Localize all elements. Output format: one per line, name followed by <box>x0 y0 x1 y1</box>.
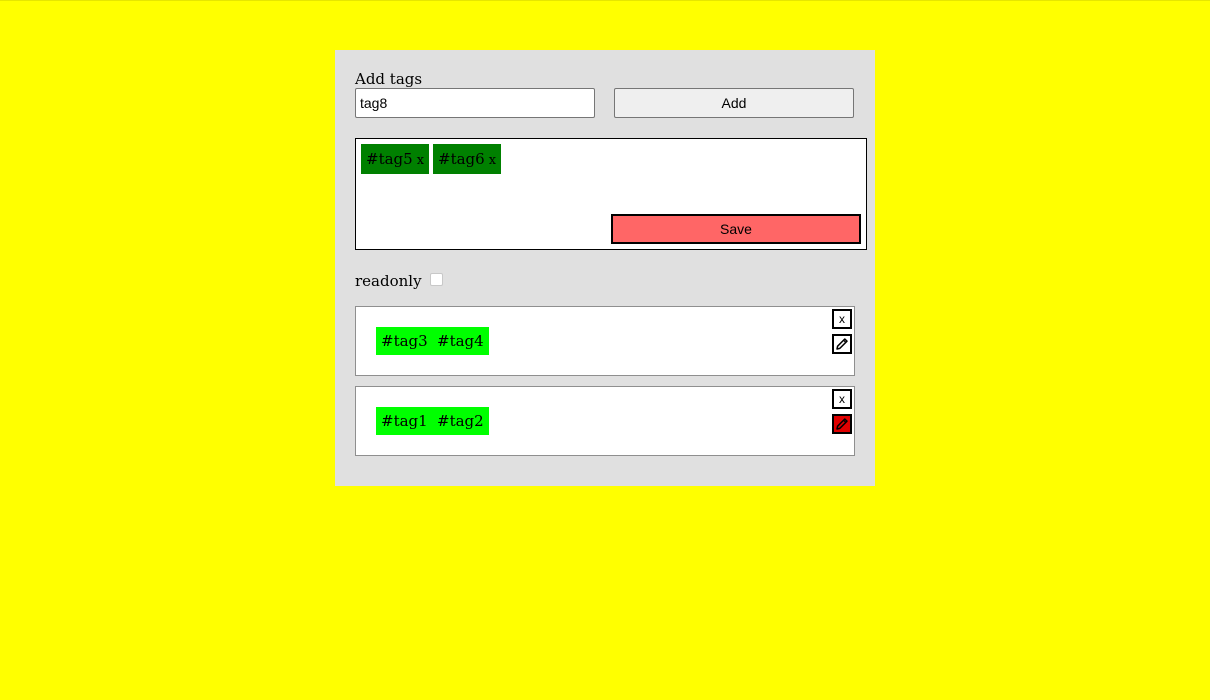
editor-tag-label: #tag5 <box>366 150 413 168</box>
edit-card-button[interactable] <box>832 334 852 354</box>
delete-card-button[interactable]: x <box>832 309 852 329</box>
tag-card: #tag1 #tag2 x <box>355 386 855 456</box>
readonly-checkbox[interactable] <box>429 272 443 286</box>
remove-tag-button[interactable]: x <box>417 153 424 168</box>
top-border <box>0 0 1210 1</box>
card-tag: #tag1 <box>376 407 433 435</box>
add-button[interactable]: Add <box>614 88 854 118</box>
tag-input[interactable] <box>355 88 595 118</box>
readonly-label: readonly <box>355 272 422 290</box>
editor-tag-label: #tag6 <box>438 150 485 168</box>
card-tag: #tag4 <box>432 327 489 355</box>
tag-editor: #tag5 x #tag6 x Save <box>355 138 867 250</box>
tags-panel: Add tags Add #tag5 x #tag6 x Save readonly… <box>335 50 875 486</box>
tag-card: #tag3 #tag4 x <box>355 306 855 376</box>
remove-tag-button[interactable]: x <box>489 153 496 168</box>
delete-card-button[interactable]: x <box>832 389 852 409</box>
add-tags-label: Add tags <box>355 70 423 88</box>
pencil-icon <box>836 418 848 430</box>
editor-tag: #tag6 x <box>433 144 502 174</box>
pencil-icon <box>836 338 848 350</box>
save-button[interactable]: Save <box>611 214 861 244</box>
editor-tag: #tag5 x <box>361 144 430 174</box>
readonly-toggle: readonly <box>355 272 443 290</box>
card-tag: #tag3 <box>376 327 433 355</box>
edit-card-button[interactable] <box>832 414 852 434</box>
card-tag: #tag2 <box>432 407 489 435</box>
